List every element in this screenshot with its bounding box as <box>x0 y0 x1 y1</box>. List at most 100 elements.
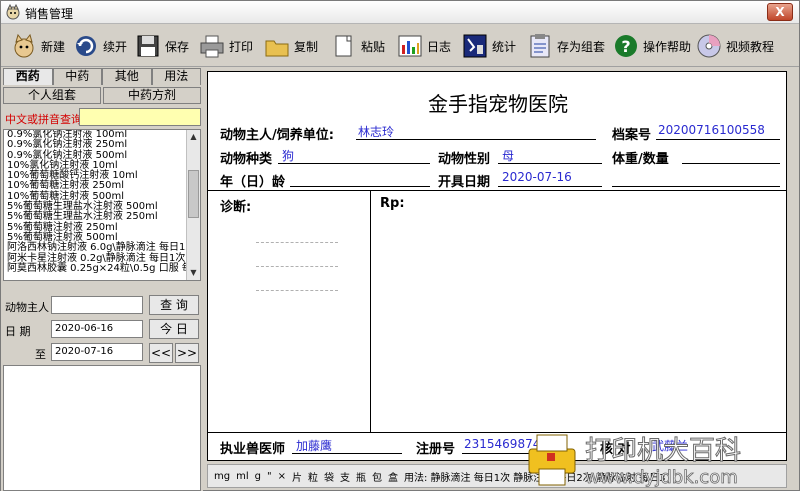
save-set-icon <box>530 34 550 58</box>
video-button[interactable]: 视频教程 <box>696 31 774 61</box>
result-list[interactable] <box>3 365 201 491</box>
log-button[interactable]: 日志 <box>397 31 451 61</box>
copy-button[interactable]: 复制 <box>264 31 318 61</box>
print-button[interactable]: 打印 <box>199 31 253 61</box>
continue-button[interactable]: 续开 <box>73 31 127 61</box>
drug-list-scrollbar[interactable]: ▲ ▼ <box>186 130 200 280</box>
watermark-logo: 打印机大百科 www.dyjdbk.com <box>528 434 742 488</box>
unit-tablet[interactable]: 片 <box>292 469 302 484</box>
unit-bottle[interactable]: 瓶 <box>356 469 366 484</box>
vet-value[interactable]: 加藤鹰 <box>296 437 332 454</box>
paste-label: 粘贴 <box>361 39 386 54</box>
tab-western-medicine[interactable]: 西药 <box>3 68 53 85</box>
new-button[interactable]: 新建 <box>11 31 65 61</box>
unit-bag[interactable]: 袋 <box>324 469 334 484</box>
left-panel: 西药 中药 其他 用法 个人组套 中药方剂 中文或拼音查询 0.9%氯化钠注射液… <box>1 67 203 491</box>
tab-usage[interactable]: 用法 <box>151 68 201 85</box>
registration-label: 注册号 <box>416 442 456 457</box>
today-button[interactable]: 今 日 <box>149 319 199 339</box>
tab-other[interactable]: 其他 <box>102 68 152 85</box>
scroll-down-arrow-icon[interactable]: ▼ <box>188 267 199 279</box>
date-from-input[interactable]: 2020-06-16 <box>51 320 143 338</box>
date-to-input[interactable]: 2020-07-16 <box>51 343 143 361</box>
file-number-value[interactable]: 20200716100558 <box>658 123 765 137</box>
weight-underline <box>682 163 780 164</box>
sex-underline <box>498 163 602 164</box>
date-to-label: 至 <box>35 348 46 361</box>
age-underline <box>290 186 430 187</box>
save-button[interactable]: 保存 <box>135 31 189 61</box>
issue-date-underline <box>498 186 602 187</box>
unit-branch[interactable]: 支 <box>340 469 350 484</box>
weight-label: 体重/数量 <box>612 152 669 167</box>
chinese-formula-button[interactable]: 中药方剂 <box>103 87 201 104</box>
video-icon <box>697 34 721 58</box>
search-label: 中文或拼音查询 <box>5 113 82 126</box>
drug-item[interactable]: 阿莫西林胶囊 0.25g×24粒\0.5g 口服 每日3 <box>4 263 200 274</box>
save-set-button[interactable]: 存为组套 <box>527 31 605 61</box>
diagnosis-line <box>256 242 338 243</box>
owner-query-input[interactable] <box>51 296 143 314</box>
next-button[interactable]: >> <box>175 343 199 363</box>
issue-date-label: 开具日期 <box>438 175 491 190</box>
continue-label: 续开 <box>103 39 128 54</box>
personal-set-button[interactable]: 个人组套 <box>3 87 101 104</box>
file-number-label: 档案号 <box>612 128 652 143</box>
title-bar: 销售管理 X <box>1 1 799 24</box>
unit-mg[interactable]: mg <box>214 471 230 482</box>
tab-chinese-medicine[interactable]: 中药 <box>52 68 102 85</box>
paste-button[interactable]: 粘贴 <box>331 31 385 61</box>
help-icon: ? <box>615 35 637 57</box>
unit-quote[interactable]: " <box>267 471 272 482</box>
owner-query-label: 动物主人 <box>5 301 49 314</box>
new-icon <box>14 33 34 58</box>
vet-label: 执业兽医师 <box>220 442 286 457</box>
watermark-text: 打印机大百科 <box>585 436 741 466</box>
diagnosis-label: 诊断: <box>220 200 252 215</box>
rp-area[interactable] <box>378 214 778 424</box>
close-button[interactable]: X <box>767 3 793 21</box>
stats-label: 统计 <box>492 39 517 54</box>
drug-list[interactable]: 0.9%氯化钠注射液 100ml 0.9%氯化钠注射液 250ml 0.9%氯化… <box>3 129 201 281</box>
owner-value[interactable]: 林志玲 <box>358 123 394 140</box>
help-button[interactable]: ? 操作帮助 <box>613 31 691 61</box>
issue-date-value[interactable]: 2020-07-16 <box>502 170 572 184</box>
copy-icon <box>265 40 289 57</box>
paste-icon <box>335 35 352 57</box>
unit-pack[interactable]: 包 <box>372 469 382 484</box>
scroll-up-arrow-icon[interactable]: ▲ <box>188 131 199 143</box>
prescription-form: 金手指宠物医院 动物主人/饲养单位: 林志玲 档案号 2020071610055… <box>207 71 788 461</box>
hospital-name: 金手指宠物医院 <box>428 92 568 116</box>
query-button[interactable]: 查 询 <box>149 295 199 315</box>
stats-icon <box>463 34 487 58</box>
new-label: 新建 <box>41 39 66 54</box>
diagnosis-divider <box>370 190 371 432</box>
age-label: 年（日）龄 <box>220 175 286 190</box>
save-set-label: 存为组套 <box>557 39 606 54</box>
prev-button[interactable]: << <box>149 343 173 363</box>
app-cat-icon <box>6 4 20 20</box>
unit-ml[interactable]: ml <box>236 471 249 482</box>
unit-times[interactable]: × <box>278 471 286 482</box>
search-input[interactable] <box>79 108 201 126</box>
unit-capsule[interactable]: 粒 <box>308 469 318 484</box>
scroll-thumb[interactable] <box>188 170 199 218</box>
save-icon <box>137 35 159 57</box>
unit-g[interactable]: g <box>255 471 261 482</box>
print-label: 打印 <box>229 39 254 54</box>
watermark-url: www.dyjdbk.com <box>585 467 738 488</box>
header-divider <box>208 190 788 191</box>
unit-box[interactable]: 盒 <box>388 469 398 484</box>
help-label: 操作帮助 <box>643 39 692 54</box>
form-scrollbar[interactable] <box>787 71 799 461</box>
window-title: 销售管理 <box>25 7 74 21</box>
vet-underline <box>292 453 402 454</box>
stats-button[interactable]: 统计 <box>462 31 516 61</box>
diagnosis-line <box>256 290 338 291</box>
species-value[interactable]: 狗 <box>282 147 294 164</box>
rp-label: Rp: <box>380 196 405 211</box>
drug-tabs: 西药 中药 其他 用法 <box>3 68 201 85</box>
sex-value[interactable]: 母 <box>502 147 514 164</box>
diagnosis-line <box>256 266 338 267</box>
sex-label: 动物性别 <box>438 152 491 167</box>
